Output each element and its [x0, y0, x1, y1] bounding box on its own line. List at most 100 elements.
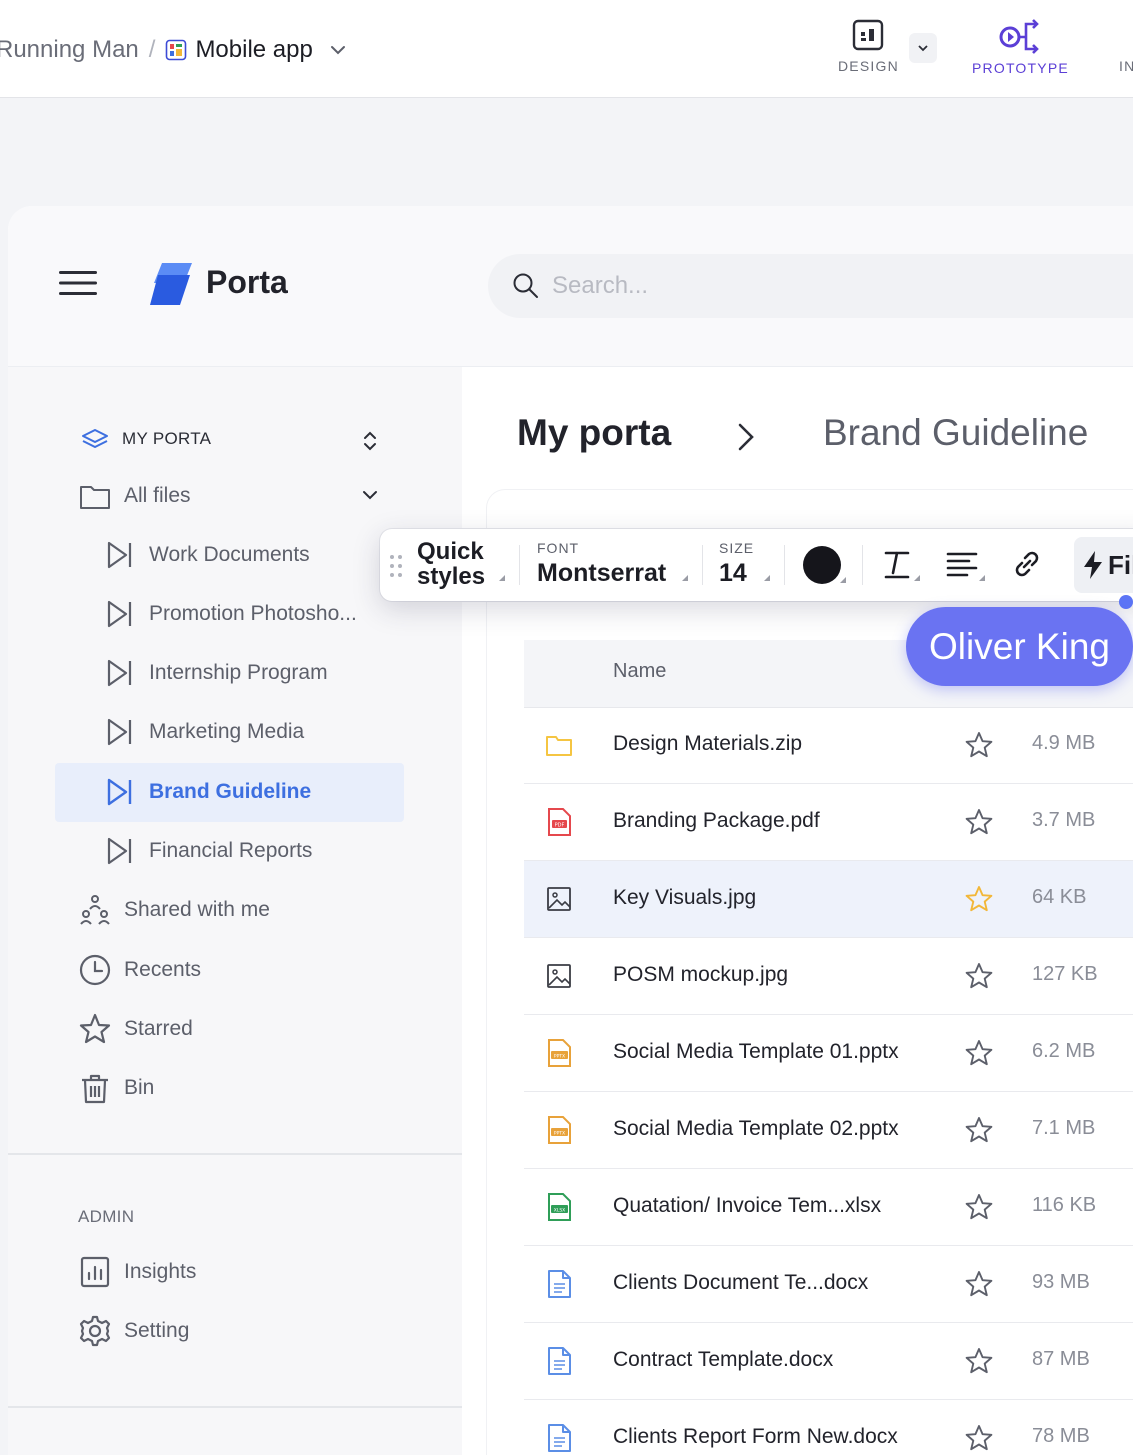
table-row[interactable]: Clients Document Te...docx 93 MB	[524, 1246, 1133, 1323]
table-row[interactable]: PPTX Social Media Template 02.pptx 7.1 MB	[524, 1092, 1133, 1169]
sidebar-folder-internship-program[interactable]: Internship Program	[103, 651, 328, 695]
table-row[interactable]: PPTX Social Media Template 01.pptx 6.2 MB	[524, 1015, 1133, 1092]
toolbar-divider	[862, 545, 863, 585]
dropdown-corner-icon	[979, 575, 985, 581]
sidebar-folder-work-documents[interactable]: Work Documents	[103, 533, 310, 577]
star-icon[interactable]	[964, 807, 994, 837]
name-column-header[interactable]: Name	[613, 660, 666, 683]
star-icon[interactable]	[964, 961, 994, 991]
prototype-mode-label: PROTOTYPE	[972, 60, 1069, 76]
sidebar-item-starred[interactable]: Starred	[78, 1007, 193, 1051]
editor-topbar: Running Man / Mobile app DESIGN PROTOTYP…	[0, 0, 1133, 98]
file-name[interactable]: Clients Report Form New.docx	[613, 1425, 898, 1449]
collaborator-cursor-pointer	[1119, 595, 1133, 609]
table-row[interactable]: Key Visuals.jpg 64 KB	[524, 861, 1133, 938]
file-name[interactable]: Branding Package.pdf	[613, 809, 820, 833]
trash-icon	[82, 1074, 108, 1104]
design-mode-button[interactable]: DESIGN	[838, 18, 899, 74]
pdf-file-icon: PDF	[548, 808, 571, 836]
folder-play-icon	[107, 778, 132, 806]
search-bar[interactable]	[488, 254, 1133, 318]
dropdown-corner-icon	[914, 575, 920, 581]
sidebar-item-bin[interactable]: Bin	[78, 1066, 154, 1110]
search-icon	[513, 273, 538, 298]
docx-file-icon	[548, 1424, 571, 1452]
quick-styles-line2: styles	[417, 563, 486, 590]
star-icon[interactable]	[964, 1192, 994, 1222]
star-icon[interactable]	[964, 730, 994, 760]
file-name[interactable]: Clients Document Te...docx	[613, 1271, 868, 1295]
file-name[interactable]: Social Media Template 01.pptx	[613, 1040, 899, 1064]
file-name[interactable]: Social Media Template 02.pptx	[613, 1117, 899, 1141]
docx-file-icon	[548, 1270, 571, 1298]
folder-play-icon	[107, 659, 132, 687]
inspect-mode-button[interactable]: IN	[1119, 18, 1133, 74]
dropdown-corner-icon	[499, 575, 505, 581]
docx-file-icon	[548, 1347, 571, 1375]
file-size: 6.2 MB	[1032, 1040, 1096, 1062]
search-input[interactable]	[552, 272, 1112, 300]
sidebar-item-shared-with-me[interactable]: Shared with me	[78, 888, 270, 932]
table-row[interactable]: Contract Template.docx 87 MB	[524, 1323, 1133, 1400]
drag-handle-icon[interactable]	[388, 553, 404, 579]
star-icon[interactable]	[964, 884, 994, 914]
font-caption: FONT	[537, 540, 580, 556]
table-row[interactable]: PDF Branding Package.pdf 3.7 MB	[524, 784, 1133, 861]
star-icon[interactable]	[964, 1423, 994, 1453]
design-mode-dropdown[interactable]	[909, 33, 937, 63]
breadcrumb-project[interactable]: Running Man	[0, 36, 139, 64]
file-name[interactable]: Contract Template.docx	[613, 1348, 833, 1372]
pptx-file-icon: PPTX	[548, 1039, 571, 1067]
folder-icon	[546, 736, 572, 756]
sidebar-item-setting[interactable]: Setting	[78, 1309, 189, 1353]
size-caption: SIZE	[719, 540, 755, 556]
fill-button[interactable]: Fil	[1074, 537, 1133, 593]
sidebar-item-all-files[interactable]: All files	[78, 474, 191, 518]
sidebar-divider	[8, 1406, 462, 1408]
file-name[interactable]: Key Visuals.jpg	[613, 886, 756, 910]
file-name[interactable]: Design Materials.zip	[613, 732, 802, 756]
star-icon[interactable]	[964, 1269, 994, 1299]
sidebar-folder-financial-reports[interactable]: Financial Reports	[103, 829, 312, 873]
sidebar-item-label: Work Documents	[149, 543, 310, 566]
star-icon[interactable]	[964, 1038, 994, 1068]
star-icon[interactable]	[964, 1115, 994, 1145]
file-name[interactable]: POSM mockup.jpg	[613, 963, 788, 987]
prototype-mode-button[interactable]: PROTOTYPE	[972, 18, 1069, 76]
expand-collapse-icon[interactable]	[360, 429, 380, 453]
text-color-swatch[interactable]	[803, 546, 841, 584]
hamburger-menu-icon[interactable]	[59, 268, 97, 298]
sidebar-item-label: Starred	[124, 1017, 193, 1040]
image-file-icon	[547, 887, 571, 911]
align-left-icon[interactable]	[945, 547, 979, 581]
sidebar-divider	[8, 1153, 462, 1155]
star-icon[interactable]	[964, 1346, 994, 1376]
file-size: 116 KB	[1032, 1194, 1097, 1216]
table-row[interactable]: Clients Report Form New.docx 78 MB	[524, 1400, 1133, 1455]
sidebar-item-insights[interactable]: Insights	[78, 1250, 196, 1294]
breadcrumb-root[interactable]: My porta	[517, 412, 671, 454]
sidebar-folder-marketing-media[interactable]: Marketing Media	[103, 710, 304, 754]
image-file-icon	[547, 964, 571, 988]
table-row[interactable]: POSM mockup.jpg 127 KB	[524, 938, 1133, 1015]
chevron-down-icon[interactable]	[329, 41, 347, 59]
table-row[interactable]: Design Materials.zip 4.9 MB	[524, 707, 1133, 784]
chevron-down-icon[interactable]	[360, 488, 380, 504]
link-icon[interactable]	[1010, 547, 1044, 581]
chevron-right-icon	[738, 423, 754, 451]
sidebar-folder-promotion-photoshoot[interactable]: Promotion Photosho...	[103, 592, 357, 636]
quick-styles-button[interactable]: Quick styles	[417, 539, 485, 589]
sidebar-item-recents[interactable]: Recents	[78, 948, 201, 992]
quick-styles-line1: Quick	[417, 538, 484, 565]
sidebar-item-label: Shared with me	[124, 898, 270, 921]
chevron-down-icon	[918, 45, 928, 52]
breadcrumb-file[interactable]: Mobile app	[195, 36, 312, 64]
sidebar-item-label: Bin	[124, 1076, 155, 1099]
file-name[interactable]: Quatation/ Invoice Tem...xlsx	[613, 1194, 881, 1218]
text-style-icon[interactable]	[880, 547, 914, 581]
sidebar-folder-brand-guideline[interactable]: Brand Guideline	[103, 770, 311, 814]
my-porta-section[interactable]: MY PORTA	[78, 417, 211, 461]
table-row[interactable]: XLSX Quatation/ Invoice Tem...xlsx 116 KB	[524, 1169, 1133, 1246]
sidebar-item-label: All files	[124, 484, 191, 507]
toolbar-divider	[702, 545, 703, 585]
